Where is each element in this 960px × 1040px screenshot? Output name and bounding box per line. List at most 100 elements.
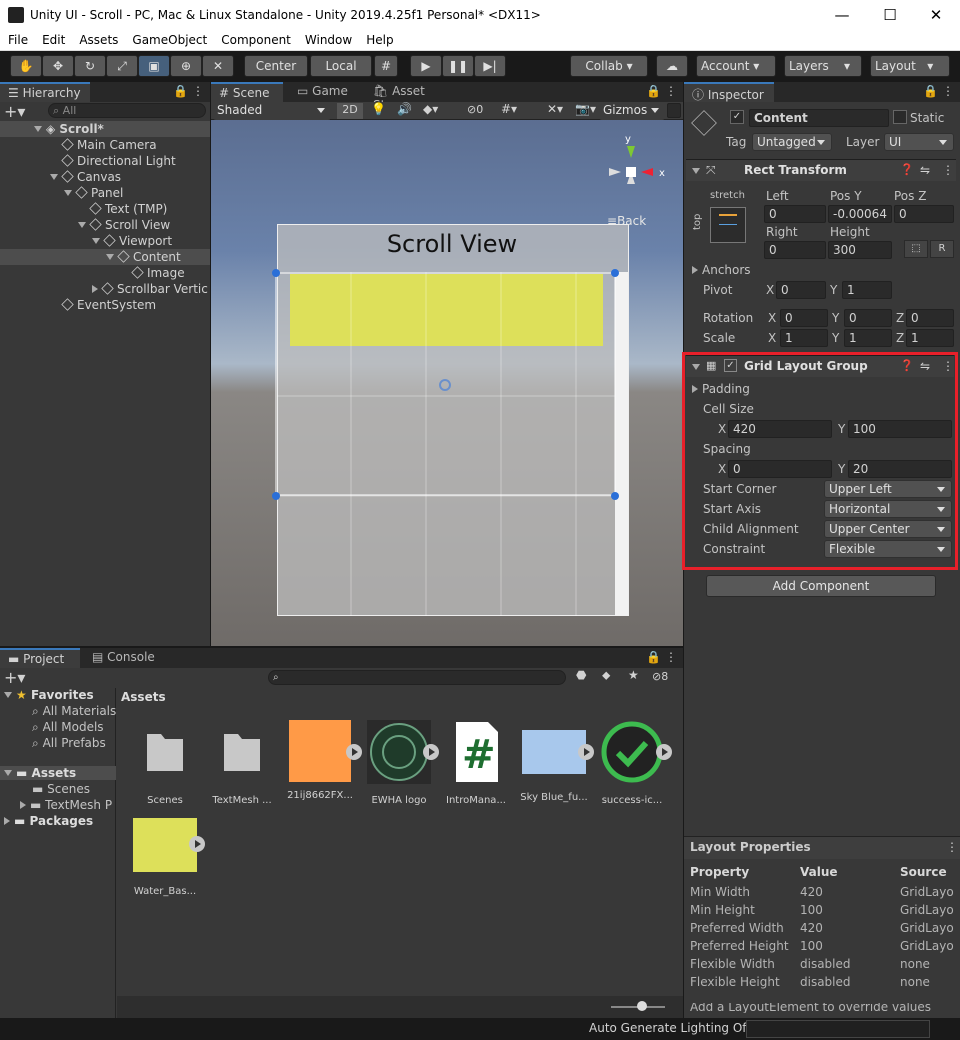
component-menu-icon[interactable]: ⋮ <box>942 359 954 373</box>
account-dropdown[interactable]: Account ▾ <box>696 55 776 77</box>
asset-success-icon[interactable]: success-ic... <box>594 720 672 806</box>
tab-console[interactable]: ▤ Console <box>84 648 164 668</box>
cell-size-y-field[interactable]: 100 <box>848 420 952 438</box>
component-menu-icon[interactable]: ⋮ <box>942 163 954 177</box>
hierarchy-item-scroll-view[interactable]: Scroll View <box>0 217 210 233</box>
scene-view[interactable]: # Scene ▭ Game 🛍 Asset Store 🔒⋮ Shaded 2… <box>211 82 683 646</box>
posz-field[interactable]: 0 <box>894 205 954 223</box>
child-alignment-dropdown[interactable]: Upper Center <box>824 520 952 538</box>
hierarchy-item-viewport[interactable]: Viewport <box>0 233 210 249</box>
tab-inspector[interactable]: ⓘ Inspector <box>684 82 774 102</box>
close-button[interactable]: ✕ <box>916 4 956 26</box>
start-corner-dropdown[interactable]: Upper Left <box>824 480 952 498</box>
zoom-slider-handle[interactable] <box>637 1001 647 1011</box>
layout-dropdown[interactable]: Layout ▾ <box>870 55 950 77</box>
expand-arrow-icon[interactable] <box>189 836 205 852</box>
hierarchy-item-main-camera[interactable]: Main Camera <box>0 137 210 153</box>
fav-all-materials[interactable]: ⌕ All Materials <box>32 704 116 719</box>
object-name-field[interactable]: Content <box>749 109 889 127</box>
hierarchy-item-directional-light[interactable]: Directional Light <box>0 153 210 169</box>
project-search-input[interactable]: ⌕ <box>268 670 566 685</box>
add-icon[interactable]: +▾ <box>4 102 25 121</box>
posy-field[interactable]: -0.00064 <box>828 205 892 223</box>
favorites-folder[interactable]: ★ Favorites <box>4 688 94 702</box>
lock-icon[interactable]: 🔒 <box>173 84 188 98</box>
hand-tool-icon[interactable]: ✋ <box>10 55 42 77</box>
collab-dropdown[interactable]: Collab ▾ <box>570 55 648 77</box>
lock-icon[interactable]: 🔒 <box>923 84 938 98</box>
fav-all-models[interactable]: ⌕ All Models <box>32 720 104 735</box>
constraint-dropdown[interactable]: Flexible <box>824 540 952 558</box>
pivot-x-field[interactable]: 0 <box>776 281 826 299</box>
blueprint-mode-button[interactable]: ⬚ <box>904 240 928 258</box>
layers-dropdown[interactable]: Layers ▾ <box>784 55 862 77</box>
assets-folder[interactable]: ▬ Assets <box>0 766 116 780</box>
asset-scenes-folder[interactable]: Scenes <box>127 720 203 806</box>
scale-x-field[interactable]: 1 <box>780 329 828 347</box>
grid-enabled-checkbox[interactable]: ✓ <box>724 359 737 372</box>
asset-textmesh-folder[interactable]: TextMesh ... <box>204 720 280 806</box>
hierarchy-item-text-tmp[interactable]: Text (TMP) <box>0 201 210 217</box>
folder-scenes[interactable]: ▬ Scenes <box>32 782 90 796</box>
scale-y-field[interactable]: 1 <box>844 329 892 347</box>
active-checkbox[interactable]: ✓ <box>730 110 744 124</box>
rot-z-field[interactable]: 0 <box>906 309 954 327</box>
preset-icon[interactable]: ⇋ <box>920 163 930 177</box>
scene-row[interactable]: ◈ Scroll* <box>0 121 210 137</box>
tab-project[interactable]: ▬ Project <box>0 648 80 668</box>
help-icon[interactable]: ❓ <box>900 359 914 372</box>
menu-file[interactable]: File <box>0 31 34 47</box>
rotate-tool-icon[interactable]: ↻ <box>74 55 106 77</box>
menu-dots-icon[interactable]: ⋮ <box>942 84 954 98</box>
height-field[interactable]: 300 <box>828 241 892 259</box>
spacing-x-field[interactable]: 0 <box>728 460 832 478</box>
scale-z-field[interactable]: 1 <box>906 329 954 347</box>
scale-tool-icon[interactable]: ⤢ <box>106 55 138 77</box>
menu-edit[interactable]: Edit <box>34 31 71 47</box>
lock-icon[interactable]: 🔒 <box>646 650 661 664</box>
asset-orange-sprite[interactable]: 21ij8662FX... <box>282 720 362 801</box>
static-checkbox[interactable] <box>893 110 907 124</box>
anchor-preset-button[interactable] <box>710 207 746 243</box>
maximize-button[interactable]: ☐ <box>870 4 910 26</box>
menu-component[interactable]: Component <box>213 31 297 47</box>
menu-window[interactable]: Window <box>297 31 358 47</box>
anchors-foldout[interactable]: Anchors <box>692 263 751 277</box>
preset-icon[interactable]: ⇋ <box>920 359 930 373</box>
create-icon[interactable]: +▾ <box>4 668 25 687</box>
cloud-icon[interactable]: ☁ <box>656 55 688 77</box>
grid-snap-icon[interactable]: # <box>374 55 398 77</box>
hierarchy-item-image[interactable]: Image <box>0 265 210 281</box>
custom-tool-icon[interactable]: ✕ <box>202 55 234 77</box>
layer-dropdown[interactable]: UI <box>884 133 954 151</box>
asset-water-sprite[interactable]: Water_Bas... <box>127 816 205 897</box>
pivot-local-toggle[interactable]: Local <box>310 55 372 77</box>
menu-dots-icon[interactable]: ⋮ <box>192 84 204 98</box>
raw-edit-button[interactable]: R <box>930 240 954 258</box>
pause-button[interactable]: ❚❚ <box>442 55 474 77</box>
pivot-center-toggle[interactable]: Center <box>244 55 308 77</box>
packages-folder[interactable]: ▬ Packages <box>4 814 93 828</box>
start-axis-dropdown[interactable]: Horizontal <box>824 500 952 518</box>
fav-all-prefabs[interactable]: ⌕ All Prefabs <box>32 736 106 751</box>
menu-dots-icon[interactable]: ⋮ <box>665 650 677 664</box>
hierarchy-item-panel[interactable]: Panel <box>0 185 210 201</box>
expand-arrow-icon[interactable] <box>346 744 362 760</box>
hierarchy-item-canvas[interactable]: Canvas <box>0 169 210 185</box>
grid-layout-header[interactable]: ▦ ✓ Grid Layout Group ❓ ⇋ ⋮ <box>686 355 954 377</box>
tab-hierarchy[interactable]: ☰ Hierarchy <box>0 82 90 102</box>
pivot-y-field[interactable]: 1 <box>842 281 892 299</box>
menu-dots-icon[interactable]: ⋮ <box>946 840 958 854</box>
hierarchy-item-eventsystem[interactable]: EventSystem <box>0 297 210 313</box>
asset-intro-manager-script[interactable]: # IntroMana... <box>438 720 514 806</box>
padding-foldout[interactable]: Padding <box>692 382 750 396</box>
add-component-button[interactable]: Add Component <box>706 575 936 597</box>
left-field[interactable]: 0 <box>764 205 826 223</box>
rot-x-field[interactable]: 0 <box>780 309 828 327</box>
hierarchy-item-scrollbar[interactable]: Scrollbar Vertic <box>0 281 210 297</box>
hierarchy-item-content[interactable]: Content <box>0 249 210 265</box>
menu-help[interactable]: Help <box>358 31 399 47</box>
minimize-button[interactable]: — <box>822 4 862 26</box>
spacing-y-field[interactable]: 20 <box>848 460 952 478</box>
hierarchy-search-input[interactable]: ⌕ All <box>48 103 206 118</box>
